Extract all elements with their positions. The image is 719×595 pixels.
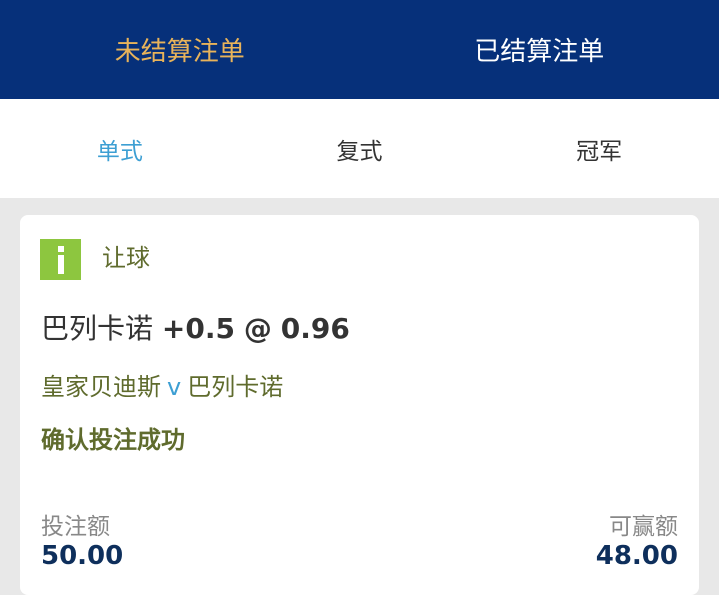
bet-status-message: 确认投注成功	[41, 420, 185, 455]
tab-single[interactable]: 单式	[0, 99, 240, 198]
selection-at: @	[244, 312, 272, 345]
bet-card[interactable]: 让球 巴列卡诺 +0.5 @ 0.96 皇家贝迪斯v巴列卡诺 确认投注成功 投注…	[20, 215, 699, 595]
selection-odds: 0.96	[281, 312, 350, 345]
info-icon	[40, 239, 81, 280]
tab-parlay[interactable]: 复式	[240, 99, 480, 198]
home-team: 皇家贝迪斯	[41, 373, 161, 401]
potential-win-label: 可赢额	[609, 507, 678, 541]
info-icon-glyph	[55, 246, 67, 274]
bet-type-label: 让球	[102, 238, 150, 273]
away-team: 巴列卡诺	[187, 373, 283, 401]
potential-win-value: 48.00	[596, 541, 678, 571]
bet-category-tabs: 单式 复式 冠军	[0, 99, 719, 198]
match-name: 皇家贝迪斯v巴列卡诺	[41, 367, 283, 402]
stake-label: 投注额	[41, 507, 110, 541]
stake-value: 50.00	[41, 541, 123, 571]
bet-selection: 巴列卡诺 +0.5 @ 0.96	[41, 307, 350, 347]
versus-label: v	[167, 373, 181, 401]
bet-status-tabs: 未结算注单 已结算注单	[0, 0, 719, 99]
tab-settled-bets[interactable]: 已结算注单	[360, 0, 719, 99]
tab-outright[interactable]: 冠军	[479, 99, 719, 198]
selection-team: 巴列卡诺	[41, 312, 153, 345]
selection-handicap: +0.5	[162, 312, 235, 345]
tab-unsettled-bets[interactable]: 未结算注单	[0, 0, 360, 99]
